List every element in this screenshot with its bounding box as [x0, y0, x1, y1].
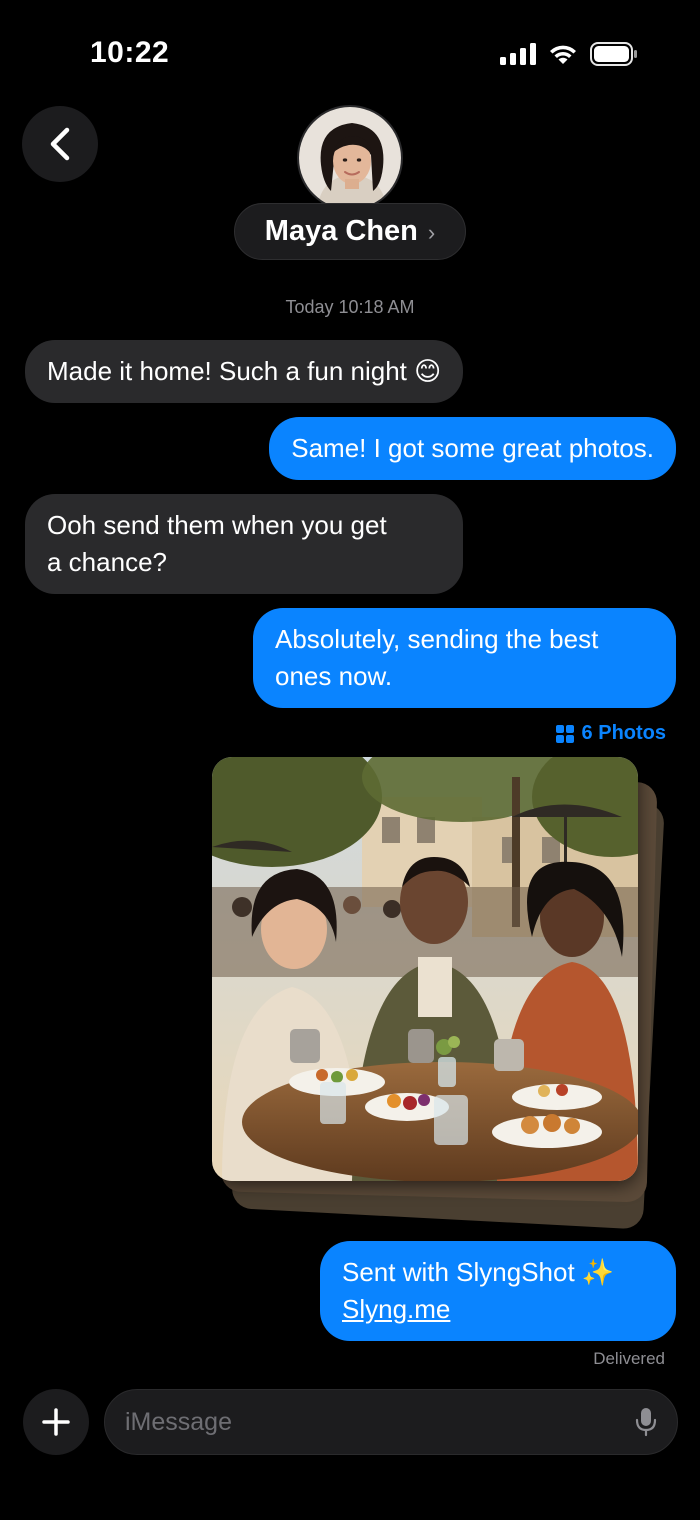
message-input-field[interactable]: [104, 1389, 678, 1455]
incoming-message[interactable]: Ooh send them when you get a chance?: [25, 494, 463, 594]
cellular-signal-icon: [500, 43, 536, 65]
status-icons: [500, 42, 638, 66]
thread-timestamp: Today 10:18 AM: [285, 297, 415, 317]
outgoing-message[interactable]: Same! I got some great photos.: [269, 417, 676, 480]
back-chevron-icon: [50, 127, 70, 161]
status-time: 10:22: [90, 36, 170, 69]
chevron-right-icon: ›: [427, 219, 436, 245]
battery-icon: [590, 42, 637, 66]
contact-name: Maya Chen: [264, 215, 418, 247]
plus-icon: [42, 1408, 70, 1436]
outgoing-message[interactable]: Sent with SlyngShot ✨ Slyng.me: [320, 1241, 676, 1341]
photo-grid-icon: [555, 724, 574, 743]
message-input[interactable]: [125, 1407, 635, 1437]
microphone-icon[interactable]: [635, 1407, 657, 1437]
photo-stack[interactable]: [212, 757, 667, 1230]
back-button[interactable]: [22, 106, 98, 182]
contact-name-button[interactable]: Maya Chen ›: [234, 203, 466, 260]
photos-count-link[interactable]: 6 Photos: [555, 722, 666, 745]
incoming-message[interactable]: Made it home! Such a fun night 😊: [25, 340, 464, 403]
delivery-status: Delivered: [593, 1349, 665, 1368]
wifi-icon: [550, 45, 576, 64]
photo-preview[interactable]: [212, 757, 638, 1181]
add-attachment-button[interactable]: [23, 1389, 89, 1455]
slyng-link[interactable]: Slyng.me: [342, 1291, 654, 1328]
contact-avatar[interactable]: [297, 105, 403, 211]
outgoing-message[interactable]: Absolutely, sending the best ones now.: [253, 608, 676, 708]
